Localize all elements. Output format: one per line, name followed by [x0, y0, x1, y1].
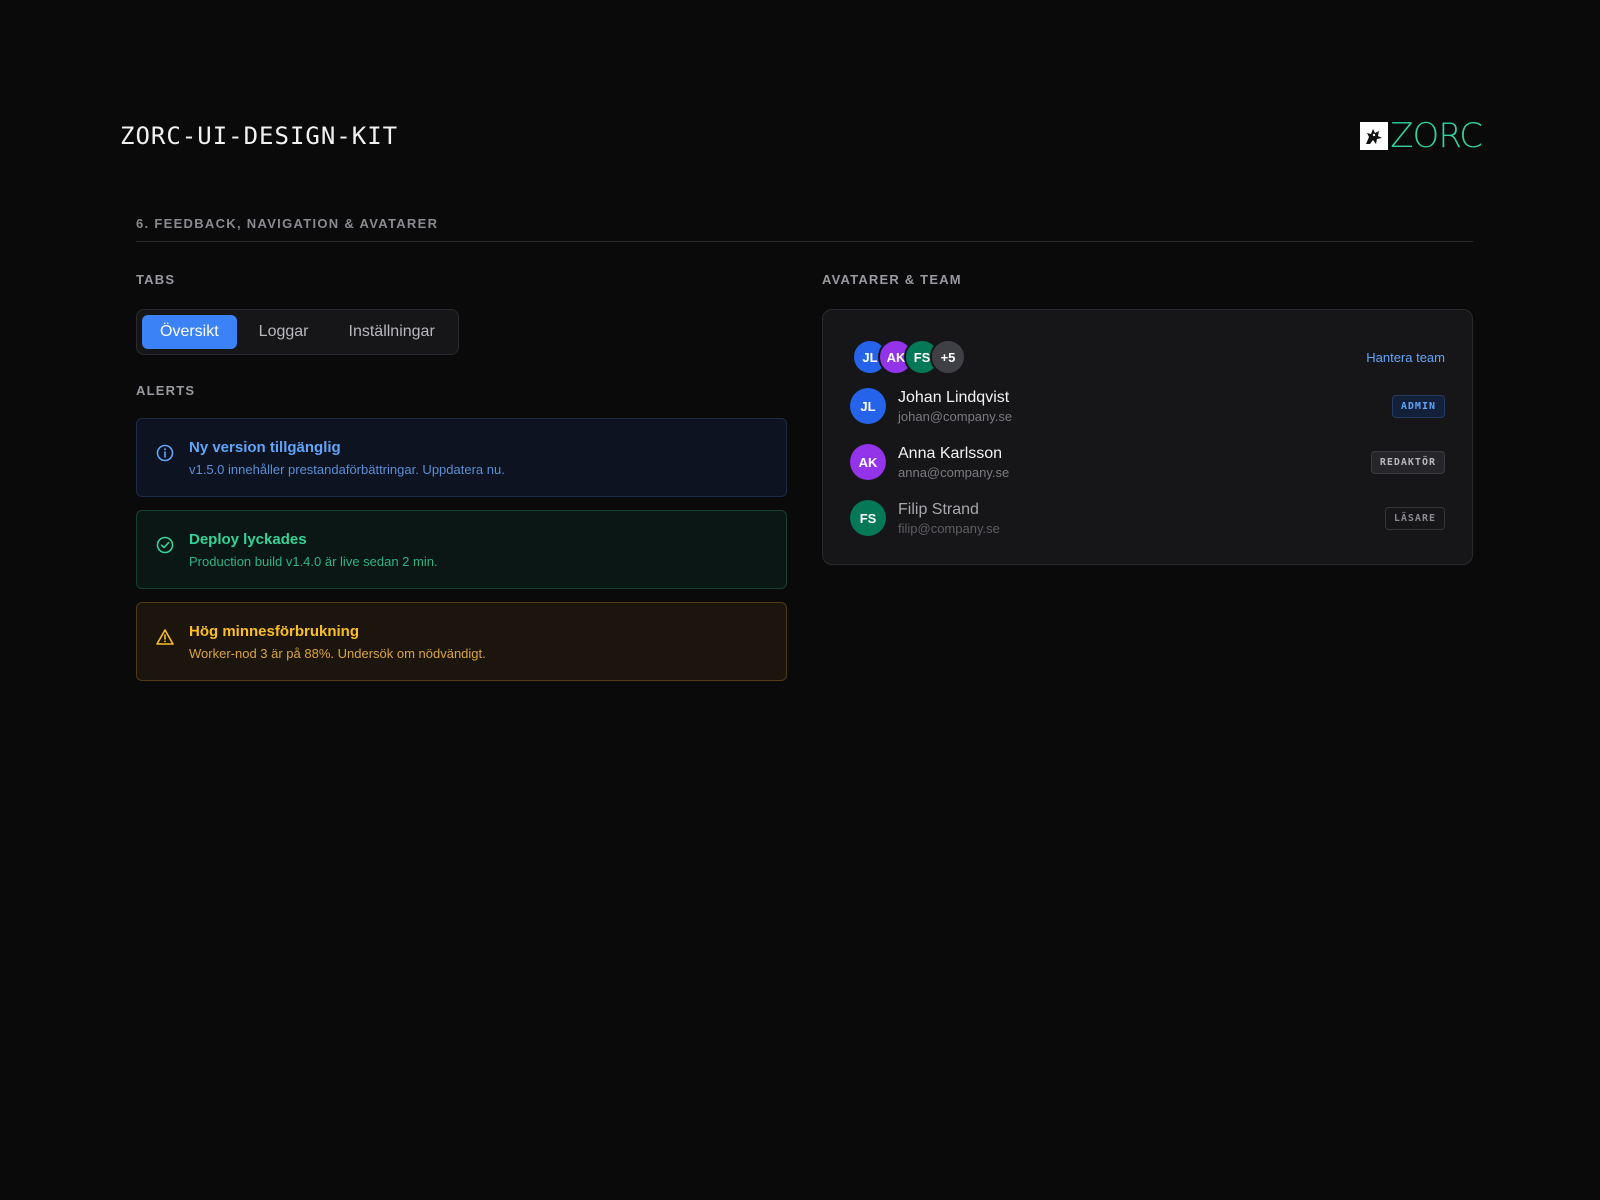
team-member-row[interactable]: JL Johan Lindqvist johan@company.se ADMI… [850, 380, 1445, 432]
alert-title: Deploy lyckades [189, 531, 307, 548]
alert-body: Worker-nod 3 är på 88%. Undersök om nödv… [189, 646, 486, 661]
tabs-label: TABS [136, 272, 176, 287]
team-label: AVATARER & TEAM [822, 272, 962, 287]
member-info: Johan Lindqvist johan@company.se [898, 389, 1392, 424]
brand-logo[interactable]: ZORC [1360, 116, 1483, 156]
left-column: TABS Översikt Loggar Inställningar ALERT… [136, 272, 787, 681]
alert-body: Production build v1.4.0 är live sedan 2 … [189, 554, 438, 569]
member-email: johan@company.se [898, 408, 1013, 424]
warning-icon [155, 627, 175, 647]
team-member-row[interactable]: FS Filip Strand filip@company.se LÄSARE [850, 492, 1445, 544]
avatar: FS [850, 500, 886, 536]
avatar: JL [850, 388, 886, 424]
tab-bar: Översikt Loggar Inställningar [136, 309, 459, 355]
member-name: Johan Lindqvist [898, 388, 1010, 406]
check-circle-icon [155, 535, 175, 555]
alert-body: v1.5.0 innehåller prestandaförbättringar… [189, 462, 505, 477]
avatar: AK [850, 444, 886, 480]
avatar-overflow-count[interactable]: +5 [930, 339, 966, 375]
member-info: Filip Strand filip@company.se [898, 501, 1385, 536]
zorc-mascot-icon [1360, 122, 1389, 150]
member-name: Anna Karlsson [898, 444, 1003, 462]
alert-title: Ny version tillgänglig [189, 439, 341, 456]
section-title: 6. FEEDBACK, NAVIGATION & AVATARER [136, 216, 1473, 242]
member-name: Filip Strand [898, 500, 979, 518]
team-card-header: JL AK FS +5 Hantera team [850, 338, 1445, 376]
alert-title: Hög minnesförbrukning [189, 623, 359, 640]
tab-installningar[interactable]: Inställningar [331, 315, 453, 349]
avatar-stack: JL AK FS +5 [850, 339, 966, 375]
kit-title: ZORC-UI-DESIGN-KIT [120, 122, 399, 150]
brand-wordmark: ZORC [1390, 116, 1483, 156]
alerts-label: ALERTS [136, 383, 196, 398]
member-info: Anna Karlsson anna@company.se [898, 445, 1371, 480]
alert-success: Deploy lyckades Production build v1.4.0 … [136, 510, 787, 589]
page-header: ZORC-UI-DESIGN-KIT ZORC [120, 116, 1483, 156]
manage-team-link[interactable]: Hantera team [1366, 350, 1445, 365]
member-email: anna@company.se [898, 464, 1010, 480]
alert-info: Ny version tillgänglig v1.5.0 innehåller… [136, 418, 787, 497]
tab-loggar[interactable]: Loggar [241, 315, 327, 349]
role-badge: REDAKTÖR [1370, 450, 1445, 474]
member-email: filip@company.se [898, 520, 1000, 536]
role-badge: LÄSARE [1384, 506, 1445, 530]
info-icon [155, 443, 175, 463]
team-member-row[interactable]: AK Anna Karlsson anna@company.se REDAKTÖ… [850, 436, 1445, 488]
tab-oversikt[interactable]: Översikt [142, 315, 237, 349]
team-card: JL AK FS +5 Hantera team JL Johan Lindqv… [822, 309, 1473, 565]
right-column: AVATARER & TEAM JL AK FS +5 Hantera team… [822, 272, 1473, 565]
role-badge: ADMIN [1391, 394, 1445, 418]
alert-warning: Hög minnesförbrukning Worker-nod 3 är på… [136, 602, 787, 681]
